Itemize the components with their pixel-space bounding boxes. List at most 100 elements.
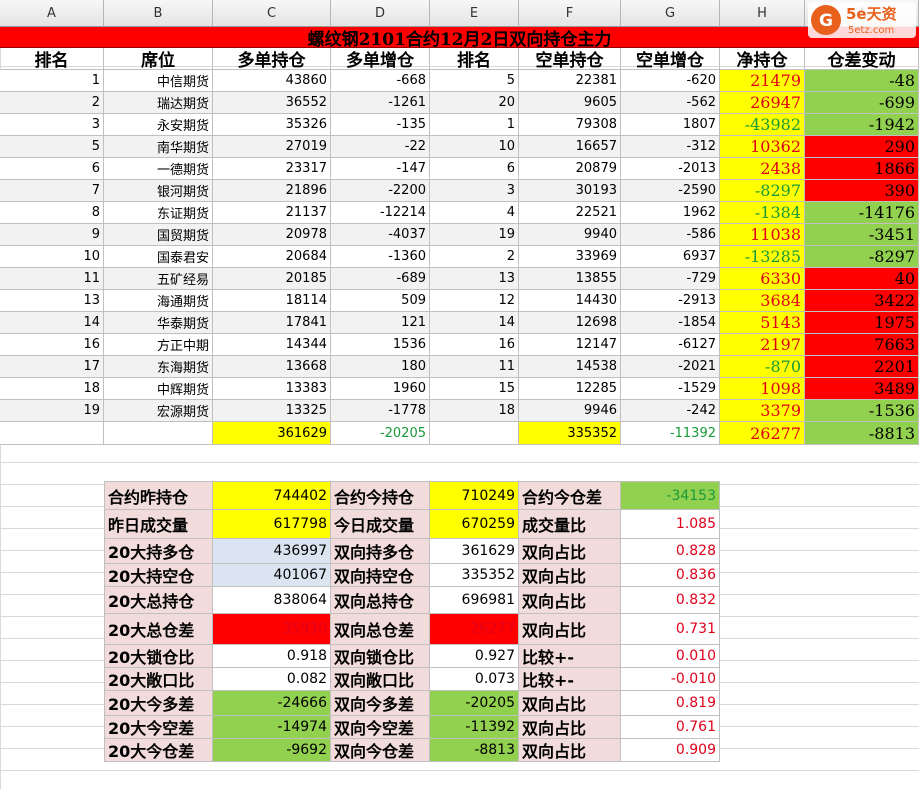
summary-value[interactable]: -0.010	[621, 668, 720, 691]
table-cell[interactable]: -14176	[805, 202, 919, 224]
summary-value[interactable]: 0.918	[213, 645, 331, 668]
table-cell[interactable]: -22	[331, 136, 430, 158]
table-cell[interactable]: 9	[0, 224, 104, 246]
summary-value[interactable]: 436997	[213, 539, 331, 564]
table-cell[interactable]: 5	[0, 136, 104, 158]
summary-label[interactable]: 成交量比	[519, 510, 621, 539]
table-cell[interactable]: 390	[805, 180, 919, 202]
table-cell[interactable]: 6	[430, 158, 519, 180]
summary-label[interactable]: 比较+-	[519, 668, 621, 691]
table-cell[interactable]: 13383	[213, 378, 331, 400]
table-cell[interactable]: 27019	[213, 136, 331, 158]
table-cell[interactable]: 2	[0, 92, 104, 114]
summary-label[interactable]: 双向敞口比	[331, 668, 430, 691]
table-cell[interactable]: 18	[430, 400, 519, 422]
totals-cell[interactable]: 361629	[213, 422, 331, 445]
summary-label[interactable]: 20大今空差	[104, 716, 213, 739]
table-cell[interactable]: 14538	[519, 356, 621, 378]
table-cell[interactable]: 22381	[519, 70, 621, 92]
totals-cell[interactable]	[0, 422, 104, 445]
summary-label[interactable]: 双向今空差	[331, 716, 430, 739]
table-cell[interactable]: 10362	[720, 136, 805, 158]
table-cell[interactable]: 8	[0, 202, 104, 224]
summary-label[interactable]: 双向锁仓比	[331, 645, 430, 668]
summary-value[interactable]: 0.010	[621, 645, 720, 668]
table-cell[interactable]: -2590	[621, 180, 720, 202]
table-cell[interactable]: 16	[430, 334, 519, 356]
table-cell[interactable]: 1536	[331, 334, 430, 356]
table-cell[interactable]: 12285	[519, 378, 621, 400]
table-cell[interactable]: 1960	[331, 378, 430, 400]
summary-value[interactable]: 670259	[430, 510, 519, 539]
table-cell[interactable]: 13	[430, 268, 519, 290]
summary-value[interactable]: 401067	[213, 564, 331, 587]
table-cell[interactable]: 18114	[213, 290, 331, 312]
table-cell[interactable]: 180	[331, 356, 430, 378]
table-cell[interactable]: 1866	[805, 158, 919, 180]
table-header-1[interactable]: 席位	[104, 48, 213, 70]
table-cell[interactable]: -6127	[621, 334, 720, 356]
table-cell[interactable]: 20	[430, 92, 519, 114]
table-cell[interactable]: 20978	[213, 224, 331, 246]
table-cell[interactable]: 6330	[720, 268, 805, 290]
table-cell[interactable]: 79308	[519, 114, 621, 136]
totals-cell[interactable]: -8813	[805, 422, 919, 445]
seat-name[interactable]: 五矿经易	[104, 268, 213, 290]
summary-value[interactable]: 335352	[430, 564, 519, 587]
table-cell[interactable]: 290	[805, 136, 919, 158]
table-cell[interactable]: 20185	[213, 268, 331, 290]
summary-label[interactable]: 20大锁仓比	[104, 645, 213, 668]
table-cell[interactable]: 30193	[519, 180, 621, 202]
summary-label[interactable]: 今日成交量	[331, 510, 430, 539]
table-cell[interactable]: -620	[621, 70, 720, 92]
table-cell[interactable]: 2	[430, 246, 519, 268]
table-cell[interactable]: -1384	[720, 202, 805, 224]
table-cell[interactable]: 17	[0, 356, 104, 378]
summary-label[interactable]: 20大今仓差	[104, 739, 213, 762]
table-cell[interactable]: 509	[331, 290, 430, 312]
seat-name[interactable]: 南华期货	[104, 136, 213, 158]
summary-value[interactable]: 0.836	[621, 564, 720, 587]
table-cell[interactable]: 17841	[213, 312, 331, 334]
summary-value[interactable]: -14974	[213, 716, 331, 739]
table-header-0[interactable]: 排名	[0, 48, 104, 70]
table-cell[interactable]: 13668	[213, 356, 331, 378]
table-cell[interactable]: 11038	[720, 224, 805, 246]
table-header-3[interactable]: 多单增仓	[331, 48, 430, 70]
table-cell[interactable]: -13285	[720, 246, 805, 268]
table-cell[interactable]: -586	[621, 224, 720, 246]
table-cell[interactable]: 7663	[805, 334, 919, 356]
table-cell[interactable]: 3	[430, 180, 519, 202]
table-cell[interactable]: 6937	[621, 246, 720, 268]
table-cell[interactable]: -1536	[805, 400, 919, 422]
table-cell[interactable]: 20879	[519, 158, 621, 180]
table-cell[interactable]: -12214	[331, 202, 430, 224]
table-cell[interactable]: 3489	[805, 378, 919, 400]
table-cell[interactable]: 12147	[519, 334, 621, 356]
table-cell[interactable]: -8297	[805, 246, 919, 268]
table-cell[interactable]: 20684	[213, 246, 331, 268]
table-cell[interactable]: -1854	[621, 312, 720, 334]
summary-value[interactable]: 35930	[213, 614, 331, 645]
seat-name[interactable]: 银河期货	[104, 180, 213, 202]
summary-value[interactable]: 0.819	[621, 691, 720, 716]
table-cell[interactable]: -689	[331, 268, 430, 290]
table-cell[interactable]: 2201	[805, 356, 919, 378]
seat-name[interactable]: 永安期货	[104, 114, 213, 136]
summary-label[interactable]: 双向占比	[519, 739, 621, 762]
seat-name[interactable]: 国泰君安	[104, 246, 213, 268]
seat-name[interactable]: 方正中期	[104, 334, 213, 356]
table-cell[interactable]: -43982	[720, 114, 805, 136]
table-header-6[interactable]: 空单增仓	[621, 48, 720, 70]
table-cell[interactable]: 12698	[519, 312, 621, 334]
summary-label[interactable]: 双向占比	[519, 691, 621, 716]
table-cell[interactable]: 11	[0, 268, 104, 290]
summary-label[interactable]: 双向占比	[519, 587, 621, 614]
summary-value[interactable]: -9692	[213, 739, 331, 762]
table-cell[interactable]: 10	[0, 246, 104, 268]
summary-value[interactable]: 0.082	[213, 668, 331, 691]
column-header-d[interactable]: D	[331, 0, 430, 27]
summary-label[interactable]: 20大持多仓	[104, 539, 213, 564]
seat-name[interactable]: 瑞达期货	[104, 92, 213, 114]
table-cell[interactable]: 14	[0, 312, 104, 334]
